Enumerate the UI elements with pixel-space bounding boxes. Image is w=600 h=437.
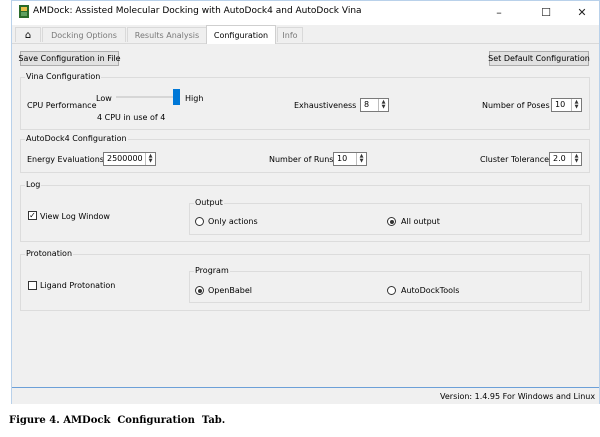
- cpu-slider-track[interactable]: [116, 96, 174, 98]
- close-button[interactable]: ✕: [567, 3, 597, 21]
- autodocktools-label: AutoDockTools: [401, 286, 460, 295]
- set-default-configuration-button[interactable]: Set Default Configuration: [488, 51, 590, 66]
- tab-configuration[interactable]: Configuration: [206, 25, 276, 44]
- number-of-runs-value: 10: [337, 154, 348, 163]
- autodock4-configuration-title: AutoDock4 Configuration: [25, 134, 128, 143]
- log-title: Log: [25, 180, 42, 189]
- slider-high-label: High: [185, 94, 204, 103]
- tab-results-analysis[interactable]: Results Analysis: [127, 27, 207, 42]
- view-log-checkbox[interactable]: ✓: [28, 211, 37, 220]
- title-bar: AMDock: Assisted Molecular Docking with …: [12, 1, 599, 23]
- number-of-runs-spinbox[interactable]: 10 ▲ ▼: [333, 152, 367, 166]
- figure-caption: Figure 4. AMDock Configuration Tab.: [9, 415, 226, 426]
- tab-home[interactable]: ⌂: [15, 27, 41, 42]
- version-label: Version: 1.4.95 For Windows and Linux: [440, 392, 596, 401]
- all-output-radio[interactable]: [387, 217, 396, 226]
- ligand-protonation-label: Ligand Protonation: [40, 281, 116, 290]
- autodocktools-radio[interactable]: [387, 286, 396, 295]
- number-of-poses-spinbox[interactable]: 10 ▲ ▼: [551, 98, 582, 112]
- tab-info[interactable]: Info: [277, 27, 303, 42]
- cluster-tolerance-label: Cluster Tolerance: [480, 155, 550, 164]
- spin-arrows-icon[interactable]: ▲ ▼: [378, 99, 388, 111]
- tab-bar: ⌂ Docking Options Results Analysis Confi…: [12, 25, 599, 44]
- spin-arrows-icon[interactable]: ▲ ▼: [356, 153, 366, 165]
- energy-evaluations-spinbox[interactable]: 2500000 ▲ ▼: [103, 152, 156, 166]
- view-log-label: View Log Window: [40, 212, 110, 221]
- number-of-poses-label: Number of Poses: [482, 101, 550, 110]
- cpu-performance-label: CPU Performance: [27, 101, 97, 110]
- save-configuration-button[interactable]: Save Configuration in File: [18, 51, 121, 66]
- openbabel-label: OpenBabel: [208, 286, 252, 295]
- maximize-button[interactable]: ☐: [531, 3, 561, 21]
- exhaustiveness-label: Exhaustiveness: [294, 101, 357, 110]
- energy-evaluations-value: 2500000: [107, 154, 143, 163]
- all-output-label: All output: [401, 217, 440, 226]
- energy-evaluations-label: Energy Evaluations: [27, 155, 104, 164]
- exhaustiveness-spinbox[interactable]: 8 ▲ ▼: [360, 98, 389, 112]
- cluster-tolerance-value: 2.0: [553, 154, 566, 163]
- protonation-title: Protonation: [25, 249, 74, 258]
- only-actions-label: Only actions: [208, 217, 258, 226]
- spin-arrows-icon[interactable]: ▲ ▼: [571, 153, 581, 165]
- minimize-button[interactable]: –: [484, 3, 514, 21]
- home-icon: ⌂: [24, 29, 32, 41]
- window-title: AMDock: Assisted Molecular Docking with …: [33, 6, 362, 16]
- spin-arrows-icon[interactable]: ▲ ▼: [145, 153, 155, 165]
- spin-arrows-icon[interactable]: ▲ ▼: [571, 99, 581, 111]
- output-title: Output: [194, 198, 224, 207]
- program-title: Program: [194, 266, 230, 275]
- ligand-protonation-checkbox[interactable]: [28, 281, 37, 290]
- status-bar: Version: 1.4.95 For Windows and Linux: [12, 388, 599, 404]
- cluster-tolerance-spinbox[interactable]: 2.0 ▲ ▼: [549, 152, 582, 166]
- cpu-status-label: 4 CPU in use of 4: [97, 113, 166, 122]
- app-logo-icon: [19, 5, 29, 18]
- cpu-slider-handle[interactable]: [173, 89, 180, 105]
- only-actions-radio[interactable]: [195, 217, 204, 226]
- number-of-runs-label: Number of Runs: [269, 155, 334, 164]
- number-of-poses-value: 10: [555, 100, 566, 109]
- exhaustiveness-value: 8: [364, 100, 370, 109]
- slider-low-label: Low: [96, 94, 112, 103]
- tab-docking-options[interactable]: Docking Options: [42, 27, 126, 42]
- openbabel-radio[interactable]: [195, 286, 204, 295]
- vina-configuration-title: Vina Configuration: [25, 72, 102, 81]
